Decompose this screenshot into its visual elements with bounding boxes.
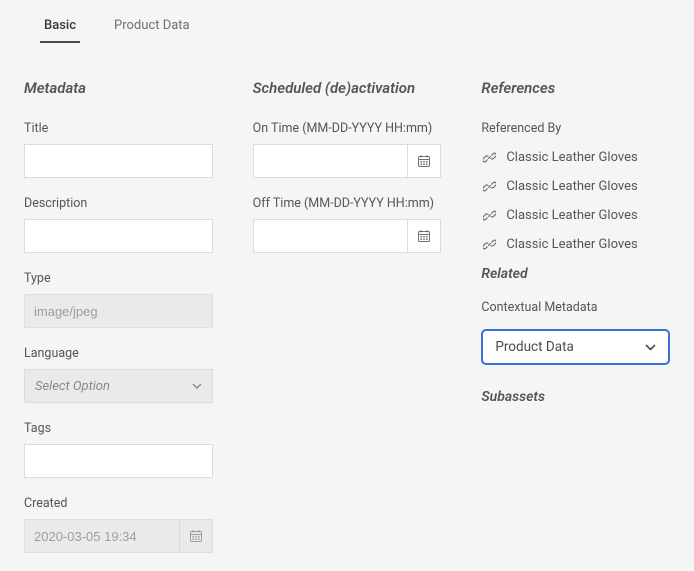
off-time-calendar-button[interactable] [407, 219, 441, 253]
reference-link-label: Classic Leather Gloves [506, 150, 637, 165]
language-label: Language [24, 346, 213, 361]
on-time-input[interactable] [253, 144, 408, 178]
contextual-metadata-value: Product Data [495, 339, 574, 355]
title-label: Title [24, 121, 213, 136]
type-input [24, 294, 213, 328]
description-label: Description [24, 196, 213, 211]
link-icon [483, 151, 496, 164]
off-time-input[interactable] [253, 219, 408, 253]
language-select-value: Select Option [35, 379, 110, 394]
created-label: Created [24, 496, 213, 511]
references-heading: References [481, 79, 670, 97]
tags-input[interactable] [24, 444, 213, 478]
calendar-icon [417, 229, 431, 243]
reference-link-label: Classic Leather Gloves [506, 179, 637, 194]
chevron-down-icon [192, 383, 202, 389]
reference-link[interactable]: Classic Leather Gloves [481, 208, 670, 223]
chevron-down-icon [645, 344, 656, 351]
scheduled-column: Scheduled (de)activation On Time (MM-DD-… [253, 79, 442, 571]
metadata-heading: Metadata [24, 79, 213, 97]
tab-basic[interactable]: Basic [40, 10, 80, 43]
reference-link[interactable]: Classic Leather Gloves [481, 237, 670, 252]
created-calendar-button [179, 519, 213, 553]
link-icon [483, 180, 496, 193]
metadata-column: Metadata Title Description Type Language… [24, 79, 213, 571]
link-icon [483, 209, 496, 222]
subassets-heading: Subassets [481, 389, 670, 405]
related-heading: Related [481, 266, 670, 282]
title-input[interactable] [24, 144, 213, 178]
tags-label: Tags [24, 421, 213, 436]
tab-bar: Basic Product Data [0, 0, 694, 43]
description-input[interactable] [24, 219, 213, 253]
contextual-metadata-select[interactable]: Product Data [481, 329, 670, 365]
referenced-by-label: Referenced By [481, 121, 670, 136]
tab-product-data[interactable]: Product Data [110, 10, 194, 43]
reference-link[interactable]: Classic Leather Gloves [481, 179, 670, 194]
language-select[interactable]: Select Option [24, 369, 213, 403]
reference-link-label: Classic Leather Gloves [506, 237, 637, 252]
on-time-label: On Time (MM-DD-YYYY HH:mm) [253, 121, 442, 136]
off-time-label: Off Time (MM-DD-YYYY HH:mm) [253, 196, 442, 211]
link-icon [483, 238, 496, 251]
on-time-calendar-button[interactable] [407, 144, 441, 178]
references-column: References Referenced By Classic Leather… [481, 79, 670, 571]
created-input [24, 519, 179, 553]
reference-link-label: Classic Leather Gloves [506, 208, 637, 223]
calendar-icon [417, 154, 431, 168]
contextual-metadata-label: Contextual Metadata [481, 300, 670, 315]
reference-link[interactable]: Classic Leather Gloves [481, 150, 670, 165]
type-label: Type [24, 271, 213, 286]
scheduled-heading: Scheduled (de)activation [253, 79, 442, 97]
calendar-icon [189, 529, 203, 543]
